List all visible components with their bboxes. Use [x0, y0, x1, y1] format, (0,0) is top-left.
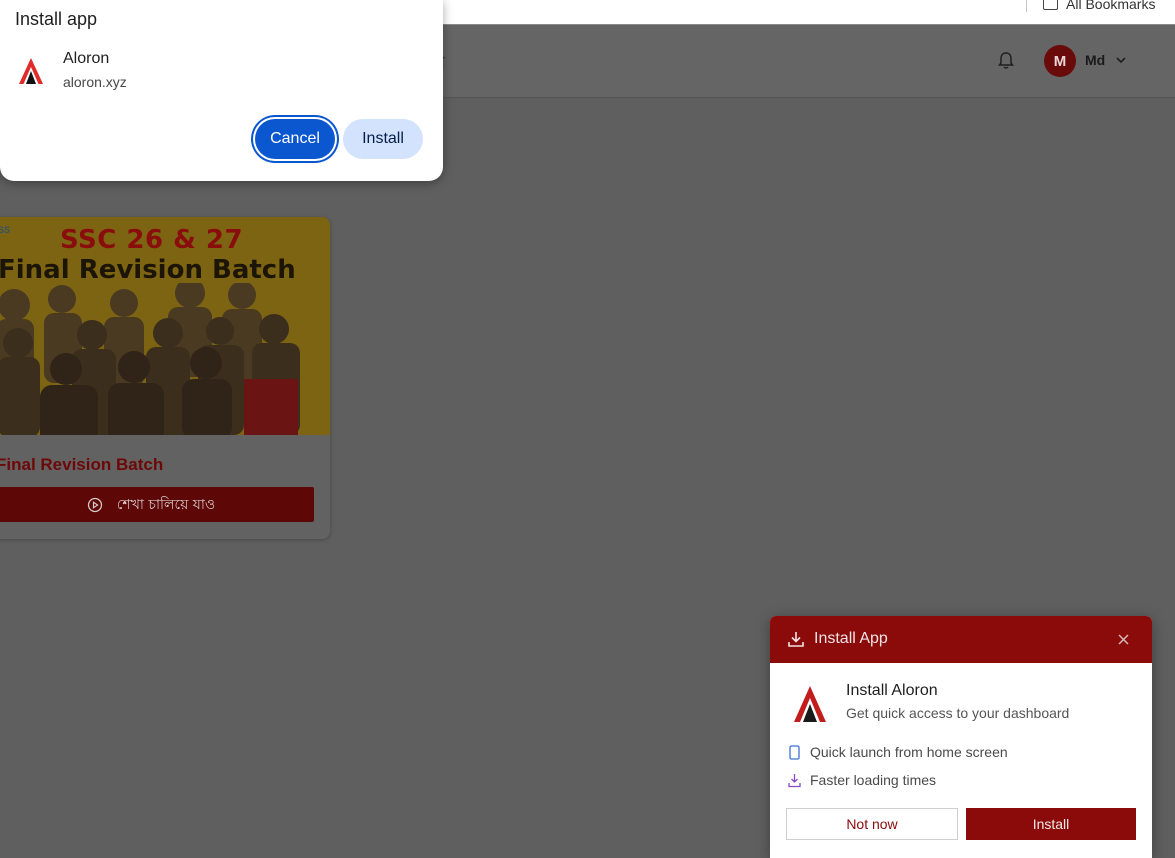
teachers-group-photo — [0, 283, 330, 435]
site-install-panel: Install App Install Aloron Get quick acc… — [770, 616, 1152, 858]
continue-learning-button[interactable]: শেখা চালিয়ে যাও — [0, 487, 314, 522]
install-button[interactable]: Install — [343, 119, 423, 159]
continue-learning-label: শেখা চালিয়ে যাও — [116, 496, 216, 513]
bell-icon[interactable] — [997, 51, 1015, 71]
feature-item: Faster loading times — [788, 772, 936, 788]
feature-item: Quick launch from home screen — [788, 744, 1008, 760]
aloron-logo-icon — [794, 686, 826, 722]
phone-icon — [789, 744, 800, 760]
course-banner: SS SSC 26 & 27 Final Revision Batch — [0, 217, 330, 435]
feature-label: Quick launch from home screen — [810, 744, 1008, 760]
panel-header-title: Install App — [814, 630, 888, 647]
dialog-app-url: aloron.xyz — [63, 74, 127, 90]
chevron-down-icon[interactable] — [1114, 53, 1128, 67]
not-now-button[interactable]: Not now — [786, 808, 958, 840]
aloron-logo-icon — [19, 58, 43, 84]
folder-icon — [1043, 0, 1058, 10]
all-bookmarks-button[interactable]: All Bookmarks — [1043, 0, 1155, 13]
panel-header: Install App — [770, 616, 1152, 663]
download-icon — [788, 632, 804, 647]
dialog-app-name: Aloron — [63, 50, 110, 67]
download-icon — [788, 773, 801, 787]
panel-app-subtitle: Get quick access to your dashboard — [846, 705, 1070, 721]
install-button[interactable]: Install — [966, 808, 1136, 840]
course-title: Final Revision Batch — [0, 455, 164, 474]
avatar[interactable]: M — [1044, 45, 1076, 77]
dialog-title: Install app — [15, 9, 98, 29]
all-bookmarks-label: All Bookmarks — [1066, 0, 1156, 12]
feature-label: Faster loading times — [810, 772, 937, 788]
banner-corner-text: SS — [0, 225, 11, 235]
panel-app-title: Install Aloron — [846, 682, 938, 699]
bookmarks-divider — [1026, 0, 1027, 12]
banner-title-top: SSC 26 & 27 — [60, 225, 244, 255]
user-name[interactable]: Md — [1085, 52, 1105, 68]
install-app-dialog: Install app Aloron aloron.xyz Cancel Ins… — [0, 0, 443, 181]
close-icon[interactable] — [1117, 633, 1130, 646]
cancel-button[interactable]: Cancel — [255, 119, 335, 159]
banner-title-main: Final Revision Batch — [0, 255, 296, 285]
play-circle-icon — [87, 497, 102, 512]
course-card[interactable]: SS SSC 26 & 27 Final Revision Batch Fina… — [0, 217, 330, 539]
